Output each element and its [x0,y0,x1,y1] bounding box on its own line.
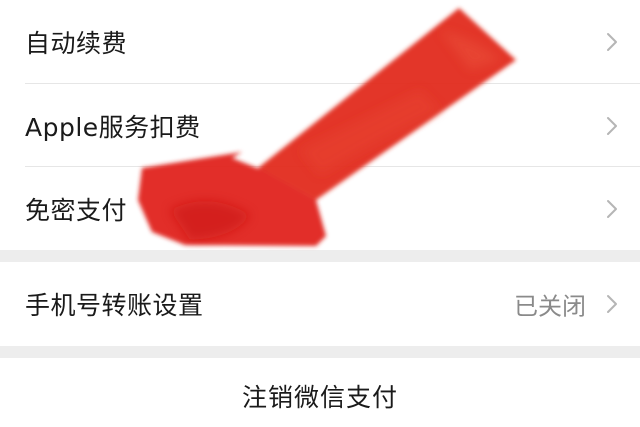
auto-renew-row[interactable]: 自动续费 [0,0,640,83]
transfer-settings-group: 手机号转账设置 已关闭 [0,262,640,346]
phone-transfer-status: 已关闭 [514,292,586,321]
cancel-wechat-pay-button[interactable]: 注销微信支付 [0,358,640,427]
chevron-right-icon [607,32,617,51]
cancel-group: 注销微信支付 [0,358,640,427]
apple-service-deduction-row[interactable]: Apple服务扣费 [0,84,640,167]
chevron-right-icon [607,199,617,218]
password-free-payment-row[interactable]: 免密支付 [0,167,640,250]
auto-renew-label: 自动续费 [25,28,128,58]
chevron-right-icon [607,116,617,135]
apple-service-deduction-label: Apple服务扣费 [25,112,201,142]
phone-transfer-settings-label: 手机号转账设置 [25,291,204,320]
wechat-pay-settings-screen: 自动续费 Apple服务扣费 免密支付 手机号转账设置 已关闭 注销微信支付 [0,0,640,427]
chevron-right-icon [607,295,617,313]
password-free-payment-label: 免密支付 [25,195,128,225]
phone-transfer-settings-row[interactable]: 手机号转账设置 已关闭 [0,262,640,346]
payment-settings-group: 自动续费 Apple服务扣费 免密支付 [0,0,640,250]
